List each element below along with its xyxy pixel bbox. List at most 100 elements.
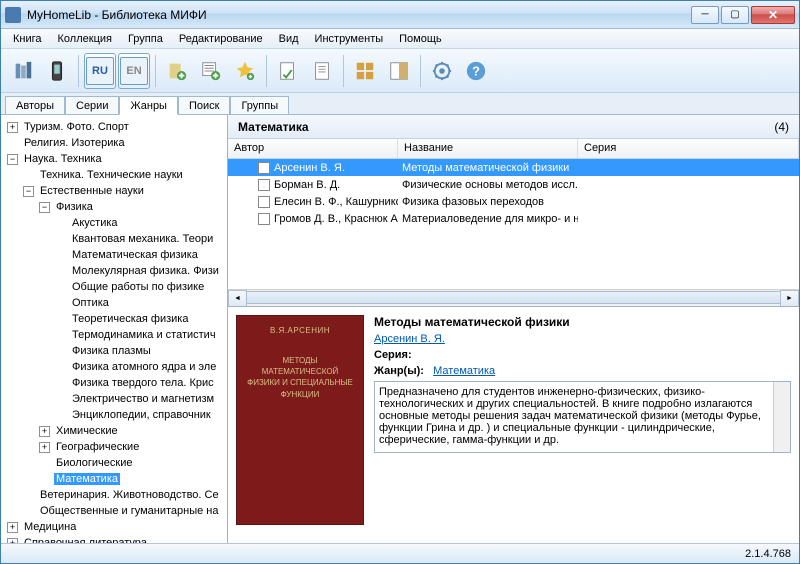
preview-icon[interactable] [383, 53, 415, 89]
tree-node[interactable]: + Туризм. Фото. Спорт [1, 119, 227, 135]
titlebar[interactable]: MyHomeLib - Библиотека МИФИ ─ ▢ ✕ [1, 1, 799, 29]
tree-label[interactable]: Медицина [22, 521, 78, 533]
tree-label[interactable]: Религия. Изотерика [22, 137, 127, 149]
tab-authors[interactable]: Авторы [5, 96, 65, 115]
check-doc-icon[interactable] [272, 53, 304, 89]
expand-icon[interactable]: + [7, 522, 18, 533]
expand-icon[interactable]: + [39, 442, 50, 453]
col-series[interactable]: Серия [578, 139, 799, 158]
table-row[interactable]: Елесин В. Ф., Кашурников ...Физика фазов… [228, 193, 799, 210]
settings-icon[interactable] [426, 53, 458, 89]
favorite-add-icon[interactable] [229, 53, 261, 89]
tree-node[interactable]: Математика [1, 471, 227, 487]
tab-genres[interactable]: Жанры [119, 96, 178, 115]
add-list-icon[interactable] [195, 53, 227, 89]
tree-node[interactable]: Ветеринария. Животноводство. Се [1, 487, 227, 503]
tree-node[interactable]: Общие работы по физике [1, 279, 227, 295]
tree-label[interactable]: Туризм. Фото. Спорт [22, 121, 131, 133]
menu-collection[interactable]: Коллекция [52, 31, 118, 47]
help-icon[interactable]: ? [460, 53, 492, 89]
tree-label[interactable]: Физика атомного ядра и эле [70, 361, 218, 373]
row-checkbox[interactable] [258, 213, 270, 225]
tree-node[interactable]: Молекулярная физика. Физи [1, 263, 227, 279]
menu-view[interactable]: Вид [273, 31, 305, 47]
detail-genre-link[interactable]: Математика [433, 365, 495, 377]
tree-node[interactable]: Религия. Изотерика [1, 135, 227, 151]
tree-label[interactable]: Физика [54, 201, 95, 213]
expand-icon[interactable]: + [39, 426, 50, 437]
tree-node[interactable]: −Естественные науки [1, 183, 227, 199]
row-checkbox[interactable] [258, 196, 270, 208]
tree-node[interactable]: + Медицина [1, 519, 227, 535]
tree-node[interactable]: Математическая физика [1, 247, 227, 263]
table-row[interactable]: Арсенин В. Я.Методы математической физик… [228, 159, 799, 176]
tree-label[interactable]: Квантовая механика. Теори [70, 233, 215, 245]
tree-node[interactable]: Физика атомного ядра и эле [1, 359, 227, 375]
tree-label[interactable]: Общественные и гуманитарные на [38, 505, 221, 517]
tree-node[interactable]: Физика твердого тела. Крис [1, 375, 227, 391]
tree-label[interactable]: Ветеринария. Животноводство. Се [38, 489, 221, 501]
tree-label[interactable]: Энциклопедии, справочник [70, 409, 213, 421]
genre-tree[interactable]: +Туризм. Фото. СпортРелигия. Изотерика−Н… [1, 115, 228, 543]
add-book-icon[interactable] [161, 53, 193, 89]
device-phone-icon[interactable] [41, 53, 73, 89]
menu-book[interactable]: Книга [7, 31, 48, 47]
tree-label[interactable]: Молекулярная физика. Физи [70, 265, 221, 277]
tree-node[interactable]: −Физика [1, 199, 227, 215]
tree-label[interactable]: Оптика [70, 297, 111, 309]
tree-node[interactable]: Термодинамика и статистич [1, 327, 227, 343]
tree-label[interactable]: Термодинамика и статистич [70, 329, 218, 341]
tree-label[interactable]: Физика плазмы [70, 345, 153, 357]
tree-label[interactable]: Акустика [70, 217, 120, 229]
tree-label[interactable]: Математическая физика [70, 249, 200, 261]
menu-group[interactable]: Группа [122, 31, 169, 47]
col-title[interactable]: Название [398, 139, 578, 158]
doc-icon[interactable] [306, 53, 338, 89]
menu-tools[interactable]: Инструменты [309, 31, 390, 47]
maximize-button[interactable]: ▢ [721, 6, 749, 24]
table-row[interactable]: Борман В. Д.Физические основы методов ис… [228, 176, 799, 193]
tab-search[interactable]: Поиск [178, 96, 230, 115]
device-books-icon[interactable] [7, 53, 39, 89]
tree-node[interactable]: Техника. Технические науки [1, 167, 227, 183]
tree-node[interactable]: Физика плазмы [1, 343, 227, 359]
grid-icon[interactable] [349, 53, 381, 89]
vertical-scrollbar[interactable] [773, 382, 790, 452]
tree-label[interactable]: Математика [54, 473, 120, 485]
horizontal-scrollbar[interactable] [228, 289, 799, 306]
tree-node[interactable]: +Справочная литература [1, 535, 227, 543]
tree-node[interactable]: Энциклопедии, справочник [1, 407, 227, 423]
tree-label[interactable]: Химические [54, 425, 120, 437]
tree-label[interactable]: Естественные науки [38, 185, 146, 197]
menu-edit[interactable]: Редактирование [173, 31, 269, 47]
grid-body[interactable]: Арсенин В. Я.Методы математической физик… [228, 159, 799, 289]
tree-label[interactable]: Общие работы по физике [70, 281, 206, 293]
detail-author-link[interactable]: Арсенин В. Я. [374, 333, 445, 345]
expand-icon[interactable]: + [7, 122, 18, 133]
tree-label[interactable]: Географические [54, 441, 141, 453]
expand-icon[interactable]: − [23, 186, 34, 197]
tree-node[interactable]: −Наука. Техника [1, 151, 227, 167]
tree-node[interactable]: Теоретическая физика [1, 311, 227, 327]
tab-groups[interactable]: Группы [230, 96, 289, 115]
menu-help[interactable]: Помощь [393, 31, 448, 47]
tree-node[interactable]: Акустика [1, 215, 227, 231]
tree-node[interactable]: + Химические [1, 423, 227, 439]
tree-label[interactable]: Биологические [54, 457, 134, 469]
tree-node[interactable]: + Географические [1, 439, 227, 455]
tree-label[interactable]: Техника. Технические науки [38, 169, 185, 181]
expand-icon[interactable]: − [39, 202, 50, 213]
row-checkbox[interactable] [258, 179, 270, 191]
tree-node[interactable]: Оптика [1, 295, 227, 311]
table-row[interactable]: Громов Д. В., Краснюк А. А.Материаловеде… [228, 210, 799, 227]
tree-label[interactable]: Электричество и магнетизм [70, 393, 216, 405]
tree-label[interactable]: Наука. Техника [22, 153, 104, 165]
close-button[interactable]: ✕ [751, 6, 795, 24]
tree-node[interactable]: Квантовая механика. Теори [1, 231, 227, 247]
col-author[interactable]: Автор [228, 139, 398, 158]
minimize-button[interactable]: ─ [691, 6, 719, 24]
tree-label[interactable]: Теоретическая физика [70, 313, 190, 325]
tree-node[interactable]: Биологические [1, 455, 227, 471]
lang-ru-button[interactable]: RU [84, 53, 116, 89]
row-checkbox[interactable] [258, 162, 270, 174]
